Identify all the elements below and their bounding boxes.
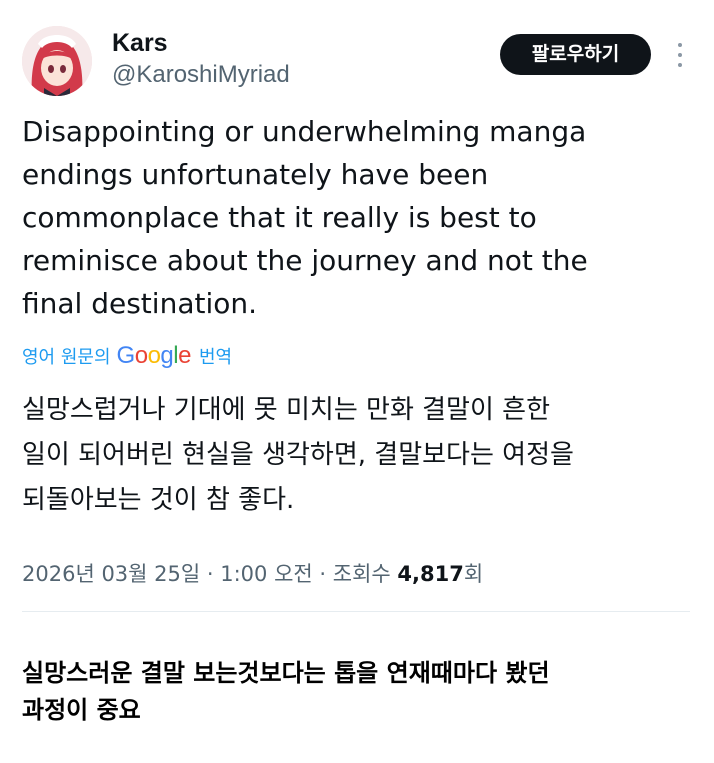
- tweet-meta: 2026년 03월 25일 · 1:00 오전 · 조회수 4,817회: [22, 557, 483, 591]
- translated-text: 실망스럽거나 기대에 못 미치는 만화 결말이 흔한 일이 되어버린 현실을 생…: [22, 395, 574, 515]
- more-vertical-icon[interactable]: [670, 38, 690, 72]
- caption-text: 실망스러운 결말 보는것보다는 톱을 연재때마다 봤던 과정이 중요: [22, 659, 550, 724]
- more-dot: [678, 53, 682, 57]
- more-dot: [678, 43, 682, 47]
- author-handle[interactable]: @KaroshiMyriad: [112, 60, 290, 90]
- views-label: 조회수: [332, 562, 398, 586]
- tweet-text: Disappointing or underwhelming manga end…: [22, 115, 588, 320]
- author-name[interactable]: Kars: [112, 28, 168, 58]
- views-suffix: 회: [463, 562, 484, 586]
- tweet-time[interactable]: 1:00 오전: [220, 562, 312, 586]
- follow-button[interactable]: 팔로우하기: [500, 34, 651, 75]
- avatar[interactable]: [22, 26, 92, 96]
- translate-prefix: 영어 원문의: [22, 347, 111, 368]
- tweet-card: Kars @KaroshiMyriad 팔로우하기 Disappointing …: [0, 0, 714, 630]
- google-logo: Google: [116, 342, 192, 369]
- more-dot: [678, 63, 682, 67]
- views-count: 4,817: [397, 562, 464, 586]
- meta-separator: ·: [200, 562, 221, 586]
- translate-suffix: 번역: [198, 347, 233, 368]
- meta-separator: ·: [312, 562, 333, 586]
- translate-link[interactable]: 영어 원문의 Google 번역: [22, 340, 232, 372]
- divider: [22, 611, 690, 612]
- tweet-date[interactable]: 2026년 03월 25일: [22, 562, 200, 586]
